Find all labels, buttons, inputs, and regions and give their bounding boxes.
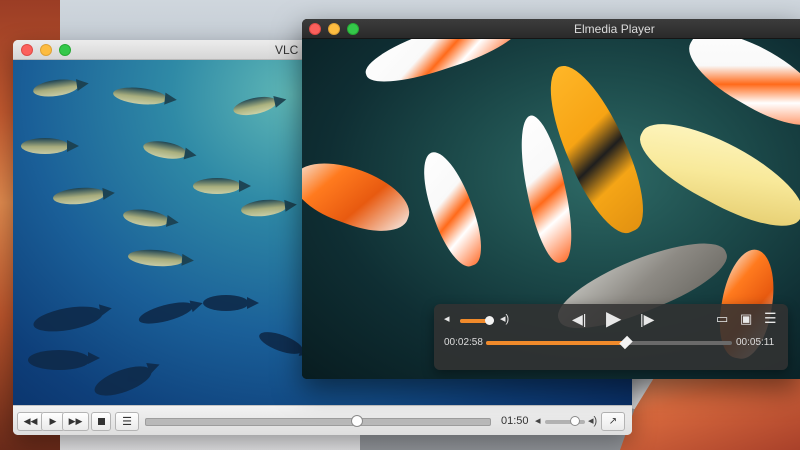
next-icon[interactable]: |▶ <box>640 312 654 326</box>
minimize-button[interactable] <box>40 44 52 56</box>
elmedia-titlebar[interactable]: Elmedia Player <box>302 19 800 39</box>
seek-knob[interactable] <box>619 335 633 350</box>
playlist-button[interactable]: ☰ <box>115 412 139 431</box>
fish <box>141 138 189 162</box>
volume-knob[interactable] <box>484 316 494 325</box>
fish <box>52 185 106 207</box>
volume-knob[interactable] <box>570 416 580 426</box>
vlc-control-bar: ◀◀ ▶ ▶▶ ☰ 01:50 ◂ ◂) ↗ <box>13 405 632 435</box>
minimize-button[interactable] <box>328 23 340 35</box>
fish <box>127 248 185 268</box>
volume-slider[interactable] <box>545 416 585 426</box>
volume-high-icon[interactable]: ◂) <box>500 314 509 325</box>
seek-bar[interactable] <box>145 415 491 427</box>
airplay-icon[interactable]: ▭ <box>716 312 728 325</box>
volume-low-icon: ◂ <box>535 415 541 427</box>
zoom-button[interactable] <box>347 23 359 35</box>
fish <box>240 197 288 219</box>
fish <box>112 85 168 107</box>
play-icon[interactable]: ▶ <box>606 309 621 329</box>
koi-fish <box>359 39 525 93</box>
volume-slider[interactable] <box>460 316 494 325</box>
fullscreen-icon: ↗ <box>608 416 618 427</box>
playlist-icon: ☰ <box>122 416 132 428</box>
fish <box>203 295 259 311</box>
fish <box>256 327 306 359</box>
volume-high-icon: ◂) <box>588 415 598 427</box>
fast-forward-icon: ▶▶ <box>68 416 83 426</box>
window-controls <box>309 23 359 35</box>
close-button[interactable] <box>309 23 321 35</box>
window-controls <box>21 44 71 56</box>
rewind-icon: ◀◀ <box>23 416 38 426</box>
window-title: VLC <box>275 43 299 57</box>
close-button[interactable] <box>21 44 33 56</box>
seek-fill <box>486 341 627 345</box>
play-icon: ▶ <box>49 416 57 426</box>
fish <box>136 298 196 328</box>
stop-icon <box>97 418 105 425</box>
fish <box>31 302 105 336</box>
koi-fish <box>302 150 418 243</box>
total-time: 00:05:11 <box>736 337 775 348</box>
rewind-button[interactable]: ◀◀ <box>17 412 44 431</box>
fast-forward-button[interactable]: ▶▶ <box>62 412 89 431</box>
fullscreen-icon[interactable]: ▣ <box>740 312 752 325</box>
koi-fish <box>412 145 492 273</box>
seek-knob[interactable] <box>351 415 364 427</box>
seek-bar[interactable] <box>486 335 732 350</box>
playlist-icon[interactable]: ☰ <box>764 311 777 325</box>
volume-low-icon: ◂ <box>444 313 450 325</box>
stop-button[interactable] <box>91 412 111 431</box>
fullscreen-button[interactable]: ↗ <box>601 412 625 431</box>
fish <box>231 93 279 119</box>
fish <box>91 360 155 402</box>
fish <box>193 178 251 194</box>
fish <box>28 350 100 370</box>
fish <box>21 138 79 154</box>
previous-icon[interactable]: ◀​| <box>572 312 586 326</box>
playback-hud: ◂ ◂) ◀​| ▶ |▶ ▭ ▣ ☰ 00:02:58 00:05:11 <box>434 304 788 370</box>
fish <box>122 206 170 230</box>
koi-fish <box>628 105 800 243</box>
elmedia-window: Elmedia Player ◂ ◂) ◀​| ▶ |▶ ▭ ▣ ☰ 00:02… <box>302 19 800 379</box>
zoom-button[interactable] <box>59 44 71 56</box>
time-display: 01:50 <box>501 415 529 427</box>
window-title: Elmedia Player <box>574 22 655 36</box>
fish <box>32 76 80 100</box>
koi-fish <box>677 39 800 141</box>
elapsed-time: 00:02:58 <box>444 337 483 348</box>
